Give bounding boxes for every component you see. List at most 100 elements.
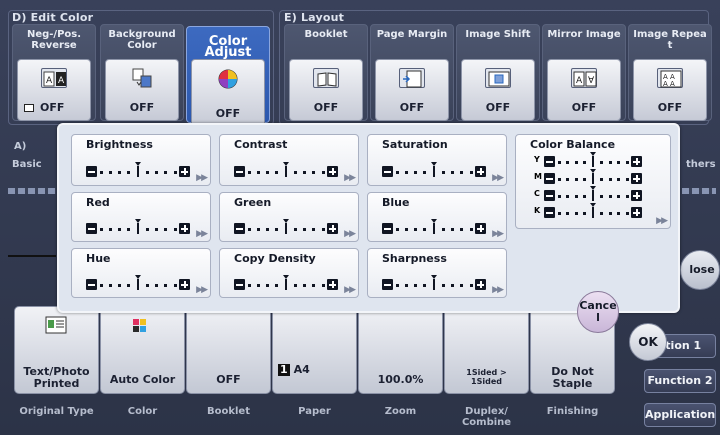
- function2-button[interactable]: Function 2: [644, 369, 716, 393]
- more-chevron-icon[interactable]: ▶▶: [492, 173, 504, 183]
- ok-button[interactable]: OK: [629, 323, 667, 361]
- cancel-button[interactable]: Cance l: [577, 291, 619, 333]
- minus-icon[interactable]: [86, 223, 97, 234]
- hue-panel[interactable]: Hue ▶▶: [71, 248, 211, 298]
- sharpness-slider[interactable]: [382, 275, 486, 292]
- minus-icon[interactable]: [382, 166, 393, 177]
- sharpness-panel[interactable]: Sharpness ▶▶: [367, 248, 507, 298]
- contrast-panel[interactable]: Contrast ▶▶: [219, 134, 359, 186]
- application-button[interactable]: Application: [644, 403, 716, 427]
- cb-slider-c[interactable]: [544, 186, 648, 203]
- minus-icon[interactable]: [544, 173, 555, 184]
- green-slider[interactable]: [234, 219, 338, 236]
- plus-icon[interactable]: [179, 279, 190, 290]
- more-chevron-icon[interactable]: ▶▶: [492, 285, 504, 295]
- cb-row-c[interactable]: C: [534, 186, 654, 203]
- plus-icon[interactable]: [631, 207, 642, 218]
- neg-pos-reverse-button[interactable]: AA OFF: [17, 59, 91, 121]
- mirror-image-button[interactable]: A ∀ OFF: [547, 59, 621, 121]
- background-color-tile[interactable]: Background Color OFF: [100, 24, 184, 121]
- original-type-tile[interactable]: Text/Photo Printed Original Type: [14, 306, 99, 417]
- red-slider[interactable]: [86, 219, 190, 236]
- brightness-slider[interactable]: [86, 162, 190, 179]
- cb-slider-y[interactable]: [544, 152, 648, 169]
- plus-icon[interactable]: [179, 166, 190, 177]
- plus-icon[interactable]: [327, 223, 338, 234]
- minus-icon[interactable]: [234, 223, 245, 234]
- minus-icon[interactable]: [234, 166, 245, 177]
- plus-icon[interactable]: [179, 223, 190, 234]
- slider-position-marker: [135, 219, 141, 223]
- minus-icon[interactable]: [544, 190, 555, 201]
- page-margin-button[interactable]: OFF: [375, 59, 449, 121]
- cb-row-m[interactable]: M: [534, 169, 654, 186]
- blue-slider[interactable]: [382, 219, 486, 236]
- page-margin-label: Page Margin: [376, 29, 448, 40]
- copy-screen: D) Edit Color E) Layout Neg-/Pos. Revers…: [0, 0, 720, 435]
- minus-icon[interactable]: [234, 279, 245, 290]
- minus-icon[interactable]: [86, 279, 97, 290]
- hue-slider[interactable]: [86, 275, 190, 292]
- more-chevron-icon[interactable]: ▶▶: [344, 285, 356, 295]
- close-button[interactable]: lose: [680, 250, 720, 290]
- image-shift-tile[interactable]: Image Shift OFF: [456, 24, 540, 121]
- more-chevron-icon[interactable]: ▶▶: [196, 173, 208, 183]
- booklet-top-tile[interactable]: Booklet OFF: [284, 24, 368, 121]
- mirror-image-tile[interactable]: Mirror Image A ∀ OFF: [542, 24, 626, 121]
- booklet-top-label: Booklet: [304, 29, 348, 40]
- booklet-bottom-tile[interactable]: OFF Booklet: [186, 306, 271, 417]
- image-repeat-tile[interactable]: Image Repea t A AA A OFF: [628, 24, 712, 121]
- plus-icon[interactable]: [475, 223, 486, 234]
- slider-step-dot: [303, 284, 306, 287]
- green-panel[interactable]: Green ▶▶: [219, 192, 359, 242]
- saturation-slider[interactable]: [382, 162, 486, 179]
- plus-icon[interactable]: [631, 190, 642, 201]
- color-mode-tile[interactable]: Auto Color Color: [100, 306, 185, 417]
- page-margin-tile[interactable]: Page Margin OFF: [370, 24, 454, 121]
- color-adjust-tile[interactable]: Color Adjust OFF: [186, 26, 270, 127]
- neg-pos-reverse-tile[interactable]: Neg-/Pos. Reverse AA OFF: [12, 24, 96, 121]
- brightness-panel[interactable]: Brightness ▶▶: [71, 134, 211, 186]
- minus-icon[interactable]: [382, 279, 393, 290]
- slider-step-dot: [423, 171, 427, 174]
- more-chevron-icon[interactable]: ▶▶: [656, 216, 668, 226]
- minus-icon[interactable]: [382, 223, 393, 234]
- more-chevron-icon[interactable]: ▶▶: [344, 229, 356, 239]
- more-chevron-icon[interactable]: ▶▶: [196, 285, 208, 295]
- plus-icon[interactable]: [327, 279, 338, 290]
- paper-tile[interactable]: 1 A4 Paper: [272, 306, 357, 417]
- color-balance-panel[interactable]: Color Balance Y M C K ▶▶: [515, 134, 671, 229]
- slider-step-dot: [275, 284, 279, 287]
- cb-row-y[interactable]: Y: [534, 152, 654, 169]
- minus-icon[interactable]: [544, 207, 555, 218]
- copy-density-panel[interactable]: Copy Density ▶▶: [219, 248, 359, 298]
- red-panel[interactable]: Red ▶▶: [71, 192, 211, 242]
- image-repeat-button[interactable]: A AA A OFF: [633, 59, 707, 121]
- more-chevron-icon[interactable]: ▶▶: [196, 229, 208, 239]
- background-color-button[interactable]: OFF: [105, 59, 179, 121]
- copy-density-slider[interactable]: [234, 275, 338, 292]
- color-adjust-button[interactable]: OFF: [191, 59, 265, 127]
- plus-icon[interactable]: [327, 166, 338, 177]
- basic-tab[interactable]: Basic: [12, 159, 42, 170]
- plus-icon[interactable]: [475, 279, 486, 290]
- image-shift-button[interactable]: OFF: [461, 59, 535, 121]
- paper-button[interactable]: [272, 306, 357, 394]
- minus-icon[interactable]: [86, 166, 97, 177]
- plus-icon[interactable]: [631, 156, 642, 167]
- plus-icon[interactable]: [475, 166, 486, 177]
- zoom-tile[interactable]: 100.0% Zoom: [358, 306, 443, 417]
- cb-row-k[interactable]: K: [534, 203, 654, 220]
- minus-icon[interactable]: [544, 156, 555, 167]
- cb-slider-m[interactable]: [544, 169, 648, 186]
- others-tab[interactable]: thers: [686, 159, 716, 170]
- contrast-slider[interactable]: [234, 162, 338, 179]
- more-chevron-icon[interactable]: ▶▶: [492, 229, 504, 239]
- cb-slider-k[interactable]: [544, 203, 648, 220]
- saturation-panel[interactable]: Saturation ▶▶: [367, 134, 507, 186]
- booklet-top-button[interactable]: OFF: [289, 59, 363, 121]
- blue-panel[interactable]: Blue ▶▶: [367, 192, 507, 242]
- more-chevron-icon[interactable]: ▶▶: [344, 173, 356, 183]
- duplex-tile[interactable]: 1Sided > 1Sided Duplex/ Combine: [444, 306, 529, 428]
- plus-icon[interactable]: [631, 173, 642, 184]
